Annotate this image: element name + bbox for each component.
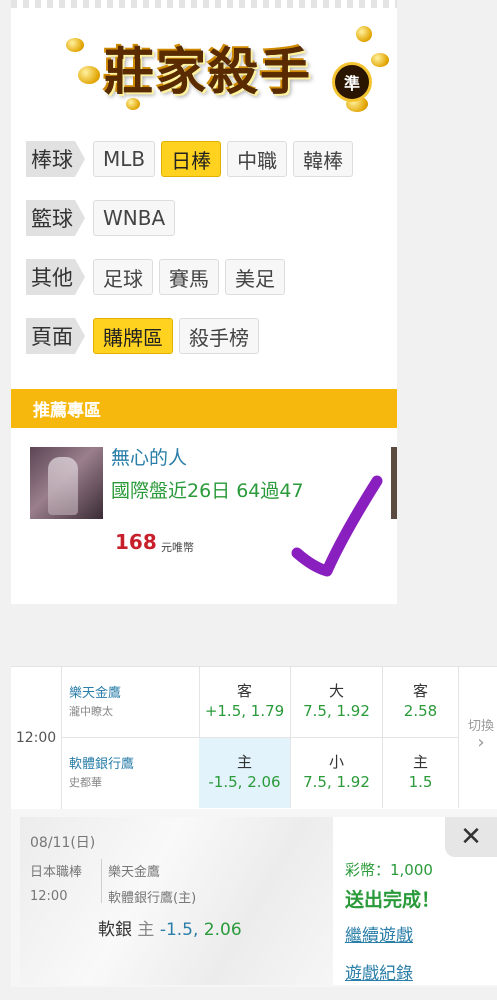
away-moneyline-cell[interactable]: 客 2.58: [383, 667, 459, 737]
odd-value: +1.5, 1.79: [204, 702, 285, 720]
menu-row-basketball: 籃球 WNBA: [26, 200, 176, 236]
chip-horse-racing[interactable]: 賽馬: [159, 259, 219, 295]
bet-league: 日本職棒: [30, 865, 83, 880]
tipster-record: 國際盤近26日 64過47: [111, 480, 304, 502]
bet-time: 12:00: [30, 889, 68, 904]
chip-soccer[interactable]: 足球: [93, 259, 153, 295]
odd-label: 大: [328, 682, 344, 700]
recommend-header: 推薦專區: [11, 389, 397, 428]
price-unit: 元唯幣: [161, 541, 194, 554]
odd-label: 主: [236, 753, 252, 771]
bet-team-home: 軟體銀行鷹(主): [108, 891, 197, 906]
home-team-name: 軟體銀行鷹: [69, 757, 135, 772]
game-history-link[interactable]: 遊戲紀錄: [345, 959, 413, 984]
checkmark-annotation-icon: [291, 475, 383, 577]
chevron-right-icon: ›: [477, 732, 485, 753]
chip-purchase-area[interactable]: 購牌區: [93, 318, 173, 354]
odd-value: 1.5: [408, 773, 433, 791]
odds-table: 12:00 樂天金鷹 瀧中瞭太 客 +1.5, 1.79 大 7.5, 1.92…: [11, 666, 497, 809]
coin-icon: [78, 66, 100, 84]
home-moneyline-cell[interactable]: 主 1.5: [383, 738, 459, 808]
odd-label: 主: [412, 753, 428, 771]
away-team-name: 樂天金鷹: [69, 686, 122, 701]
coin-icon: [356, 26, 372, 42]
odd-value: 7.5, 1.92: [303, 773, 370, 791]
summary-divider: [101, 859, 102, 903]
menu-row-other: 其他 足球 賽馬 美足: [26, 259, 285, 295]
chip-mlb[interactable]: MLB: [93, 141, 156, 177]
chip-wnba[interactable]: WNBA: [93, 200, 176, 236]
bet-odds: 2.06: [203, 920, 242, 940]
chip-killer-ranking[interactable]: 殺手榜: [179, 318, 259, 354]
tipster-name[interactable]: 無心的人: [111, 443, 187, 470]
away-team-cell: 樂天金鷹 瀧中瞭太: [62, 667, 200, 737]
home-pitcher: 史都華: [69, 776, 102, 789]
coin-balance: 彩幣：1,000: [345, 861, 433, 879]
home-team-cell: 軟體銀行鷹 史都華: [62, 738, 200, 808]
continue-game-link[interactable]: 繼續遊戲: [345, 921, 413, 946]
category-page: 頁面: [26, 318, 85, 354]
bet-side: 主: [137, 920, 155, 940]
odd-value: 7.5, 1.92: [303, 702, 370, 720]
odd-label: 小: [328, 753, 344, 771]
switch-button[interactable]: 切換 ›: [466, 715, 496, 752]
coin-icon: [66, 38, 84, 52]
away-spread-cell[interactable]: 客 +1.5, 1.79: [199, 667, 291, 737]
chip-cpbl[interactable]: 中職: [227, 141, 288, 177]
next-card-peek[interactable]: [391, 447, 397, 519]
menu-row-baseball: 棒球 MLB 日棒 中職 韓棒: [26, 141, 354, 177]
odd-label: 客: [236, 682, 252, 700]
coin-icon: [371, 53, 389, 67]
bet-summary: 08/11(日) 日本職棒 12:00 樂天金鷹 軟體銀行鷹(主) 軟銀 主 -…: [20, 817, 333, 985]
top-card: 莊家殺手 準 棒球 MLB 日棒 中職 韓棒 籃球 WNBA 其他 足球 賽馬 …: [11, 0, 397, 604]
category-baseball: 棒球: [26, 141, 85, 177]
chip-npb[interactable]: 日棒: [161, 141, 222, 177]
logo-badge: 準: [332, 62, 372, 102]
submit-status: 送出完成！: [345, 889, 441, 911]
bet-team: 軟銀: [98, 920, 132, 940]
odd-label: 客: [412, 682, 428, 700]
match-time: 12:00: [11, 667, 62, 809]
bet-team-away: 樂天金鷹: [108, 865, 161, 880]
top-decoration: [11, 0, 397, 8]
category-other: 其他: [26, 259, 85, 295]
site-logo[interactable]: 莊家殺手 準: [66, 18, 389, 113]
tip-price: 168: [115, 530, 157, 554]
close-icon[interactable]: ✕: [445, 817, 497, 857]
menu-row-page: 頁面 購牌區 殺手榜: [26, 318, 259, 354]
odd-value: -1.5, 2.06: [208, 773, 281, 791]
category-basketball: 籃球: [26, 200, 85, 236]
over-cell[interactable]: 大 7.5, 1.92: [291, 667, 383, 737]
chip-american-football[interactable]: 美足: [225, 259, 285, 295]
bet-date: 08/11(日): [30, 835, 96, 851]
home-spread-cell[interactable]: 主 -1.5, 2.06: [199, 738, 291, 808]
under-cell[interactable]: 小 7.5, 1.92: [291, 738, 383, 808]
chip-kbo[interactable]: 韓棒: [293, 141, 354, 177]
tipster-avatar[interactable]: [30, 447, 103, 519]
logo-title: 莊家殺手: [104, 42, 312, 101]
bet-selection: 軟銀 主 -1.5, 2.06: [98, 915, 242, 940]
odd-value: 2.58: [403, 702, 438, 720]
bet-line: -1.5,: [159, 920, 199, 940]
bet-confirmation-panel: 08/11(日) 日本職棒 12:00 樂天金鷹 軟體銀行鷹(主) 軟銀 主 -…: [11, 809, 497, 987]
away-pitcher: 瀧中瞭太: [69, 705, 113, 718]
